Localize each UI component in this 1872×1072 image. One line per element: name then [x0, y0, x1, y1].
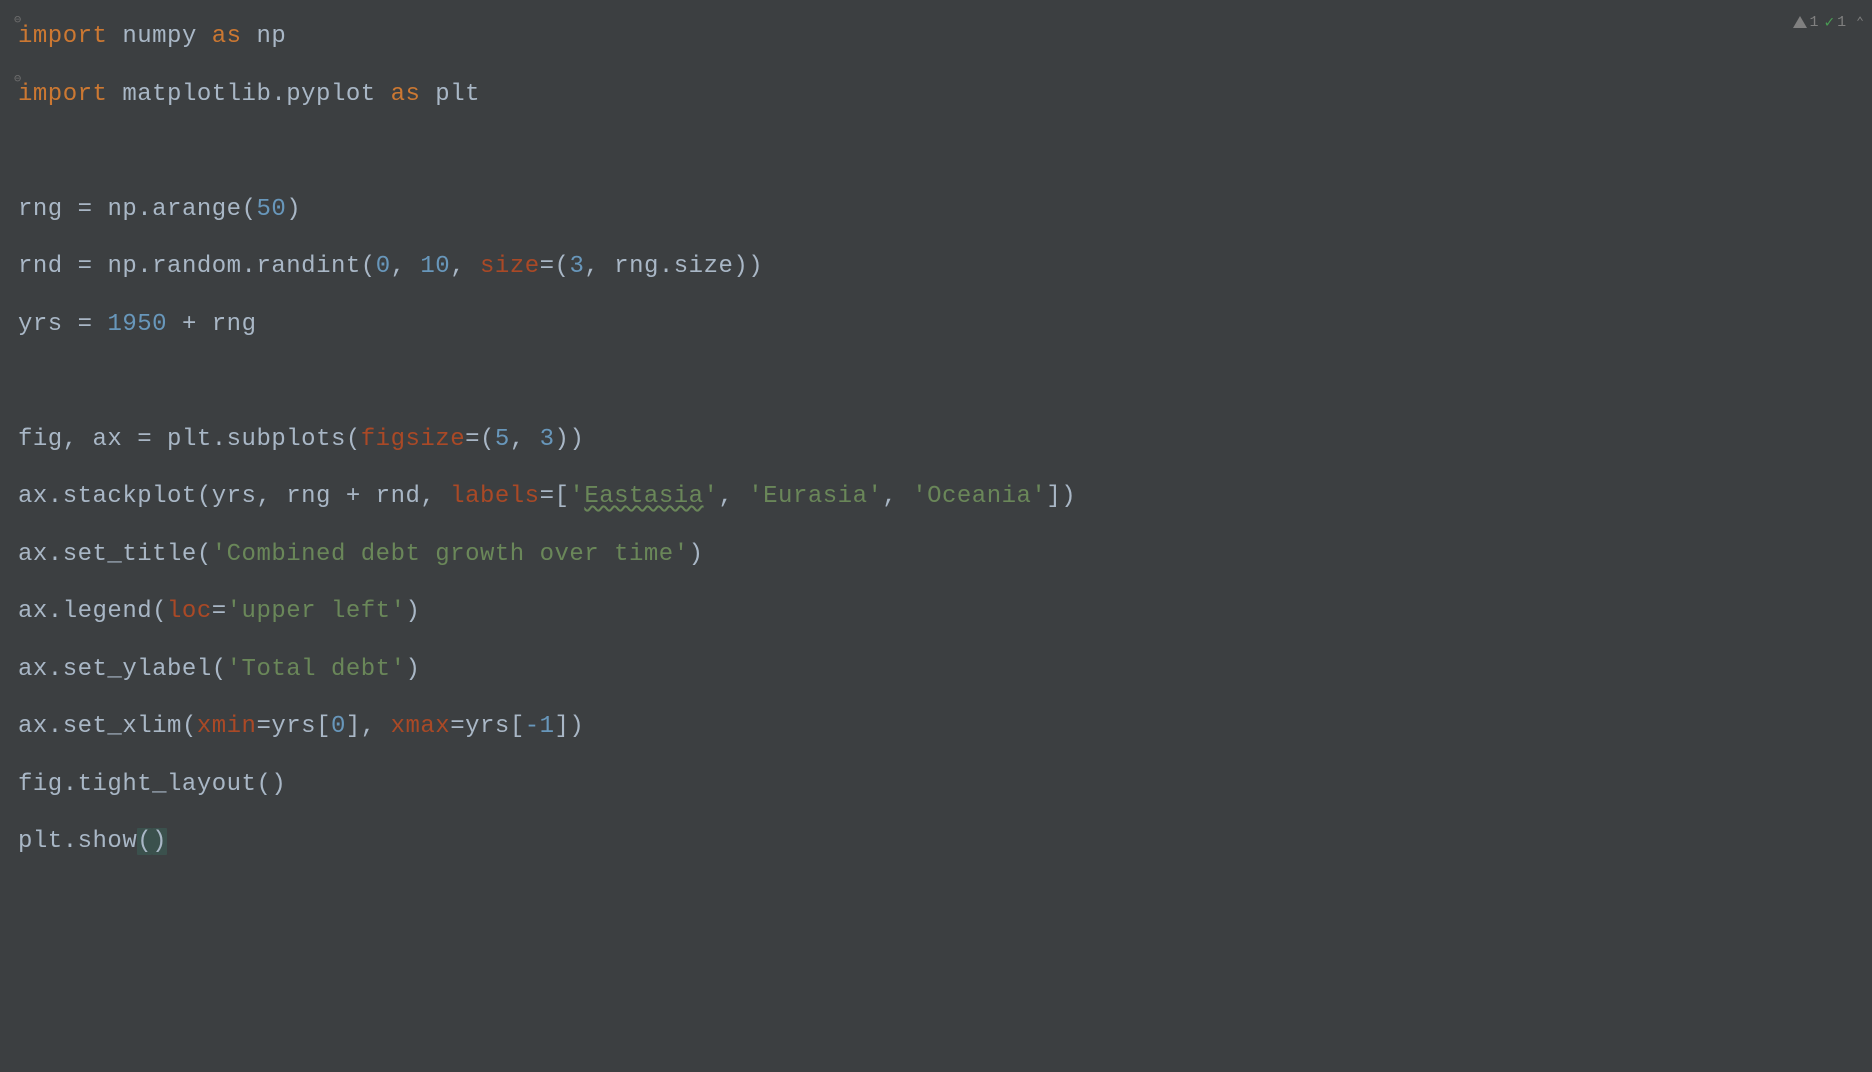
code-line-4[interactable]: rng = np.arange(50)	[12, 181, 1872, 239]
number-literal: 3	[569, 253, 584, 280]
variable: rng	[212, 311, 257, 338]
code-line-7-blank[interactable]	[12, 353, 1872, 411]
code-line-10[interactable]: ax.set_title('Combined debt growth over …	[12, 526, 1872, 584]
check-count: 1	[1837, 14, 1846, 31]
function-call: np.arange	[107, 196, 241, 223]
variable: rng	[18, 196, 63, 223]
function-call: ax.set_xlim	[18, 713, 182, 740]
keyword-as: as	[212, 23, 242, 50]
chevron-up-icon[interactable]: ⌃	[1856, 15, 1864, 30]
function-call: fig.tight_layout	[18, 771, 256, 798]
number-literal: 0	[376, 253, 391, 280]
number-literal: 10	[420, 253, 450, 280]
keyword-argument: labels	[450, 483, 539, 510]
keyword-argument: size	[480, 253, 540, 280]
warning-indicator[interactable]: 1	[1793, 14, 1819, 31]
number-literal: 5	[495, 426, 510, 453]
code-line-6[interactable]: yrs = 1950 + rng	[12, 296, 1872, 354]
code-line-3-blank[interactable]	[12, 123, 1872, 181]
inspection-status-bar: 1 ✓ 1 ⌃	[1793, 12, 1865, 32]
code-line-1[interactable]: import numpy as np	[12, 8, 1872, 66]
matched-close-paren: )	[152, 828, 167, 855]
keyword-as: as	[391, 81, 421, 108]
code-line-11[interactable]: ax.legend(loc='upper left')	[12, 583, 1872, 641]
keyword-argument: figsize	[361, 426, 465, 453]
keyword-argument: xmin	[197, 713, 257, 740]
code-line-2[interactable]: import matplotlib.pyplot as plt	[12, 66, 1872, 124]
check-icon: ✓	[1825, 12, 1835, 32]
fold-marker-top-icon[interactable]: ⊖	[14, 14, 21, 26]
number-literal: 50	[256, 196, 286, 223]
number-literal: -1	[525, 713, 555, 740]
keyword-import: import	[18, 81, 107, 108]
keyword-argument: loc	[167, 598, 212, 625]
alias-name: plt	[435, 81, 480, 108]
code-line-8[interactable]: fig, ax = plt.subplots(figsize=(5, 3))	[12, 411, 1872, 469]
string-literal: 'upper left'	[227, 598, 406, 625]
keyword-import: import	[18, 23, 107, 50]
number-literal: 1950	[107, 311, 167, 338]
code-line-14[interactable]: fig.tight_layout()	[12, 756, 1872, 814]
keyword-argument: xmax	[391, 713, 451, 740]
function-call: ax.stackplot	[18, 483, 197, 510]
string-literal: 'Oceania'	[912, 483, 1046, 510]
code-editor[interactable]: 1 ✓ 1 ⌃ ⊖ ⊖ import numpy as np import ma…	[12, 8, 1872, 1072]
code-line-9[interactable]: ax.stackplot(yrs, rng + rnd, labels=['Ea…	[12, 468, 1872, 526]
code-line-5[interactable]: rnd = np.random.randint(0, 10, size=(3, …	[12, 238, 1872, 296]
fold-marker-bottom-icon[interactable]: ⊖	[14, 73, 21, 85]
number-literal: 3	[540, 426, 555, 453]
variable: rnd	[18, 253, 63, 280]
function-call: ax.set_ylabel	[18, 656, 212, 683]
function-call: plt.show	[18, 828, 137, 855]
module-name: matplotlib.pyplot	[122, 81, 375, 108]
matched-open-paren: (	[137, 828, 152, 855]
alias-name: np	[256, 23, 286, 50]
string-literal: 'Total debt'	[227, 656, 406, 683]
string-literal-typo: Eastasia	[584, 483, 703, 510]
string-literal: 'Eurasia'	[748, 483, 882, 510]
code-line-12[interactable]: ax.set_ylabel('Total debt')	[12, 641, 1872, 699]
function-call: ax.set_title	[18, 541, 197, 568]
code-line-13[interactable]: ax.set_xlim(xmin=yrs[0], xmax=yrs[-1])	[12, 698, 1872, 756]
warning-count: 1	[1810, 14, 1819, 31]
variables: fig, ax	[18, 426, 122, 453]
variable: yrs	[18, 311, 63, 338]
number-literal: 0	[331, 713, 346, 740]
check-indicator[interactable]: ✓ 1	[1825, 12, 1847, 32]
function-call: ax.legend	[18, 598, 152, 625]
string-literal: 'Combined debt growth over time'	[212, 541, 689, 568]
function-call: np.random.randint	[107, 253, 360, 280]
warning-triangle-icon	[1793, 16, 1807, 28]
code-line-15[interactable]: plt.show()	[12, 813, 1872, 871]
function-call: plt.subplots	[167, 426, 346, 453]
module-name: numpy	[122, 23, 197, 50]
